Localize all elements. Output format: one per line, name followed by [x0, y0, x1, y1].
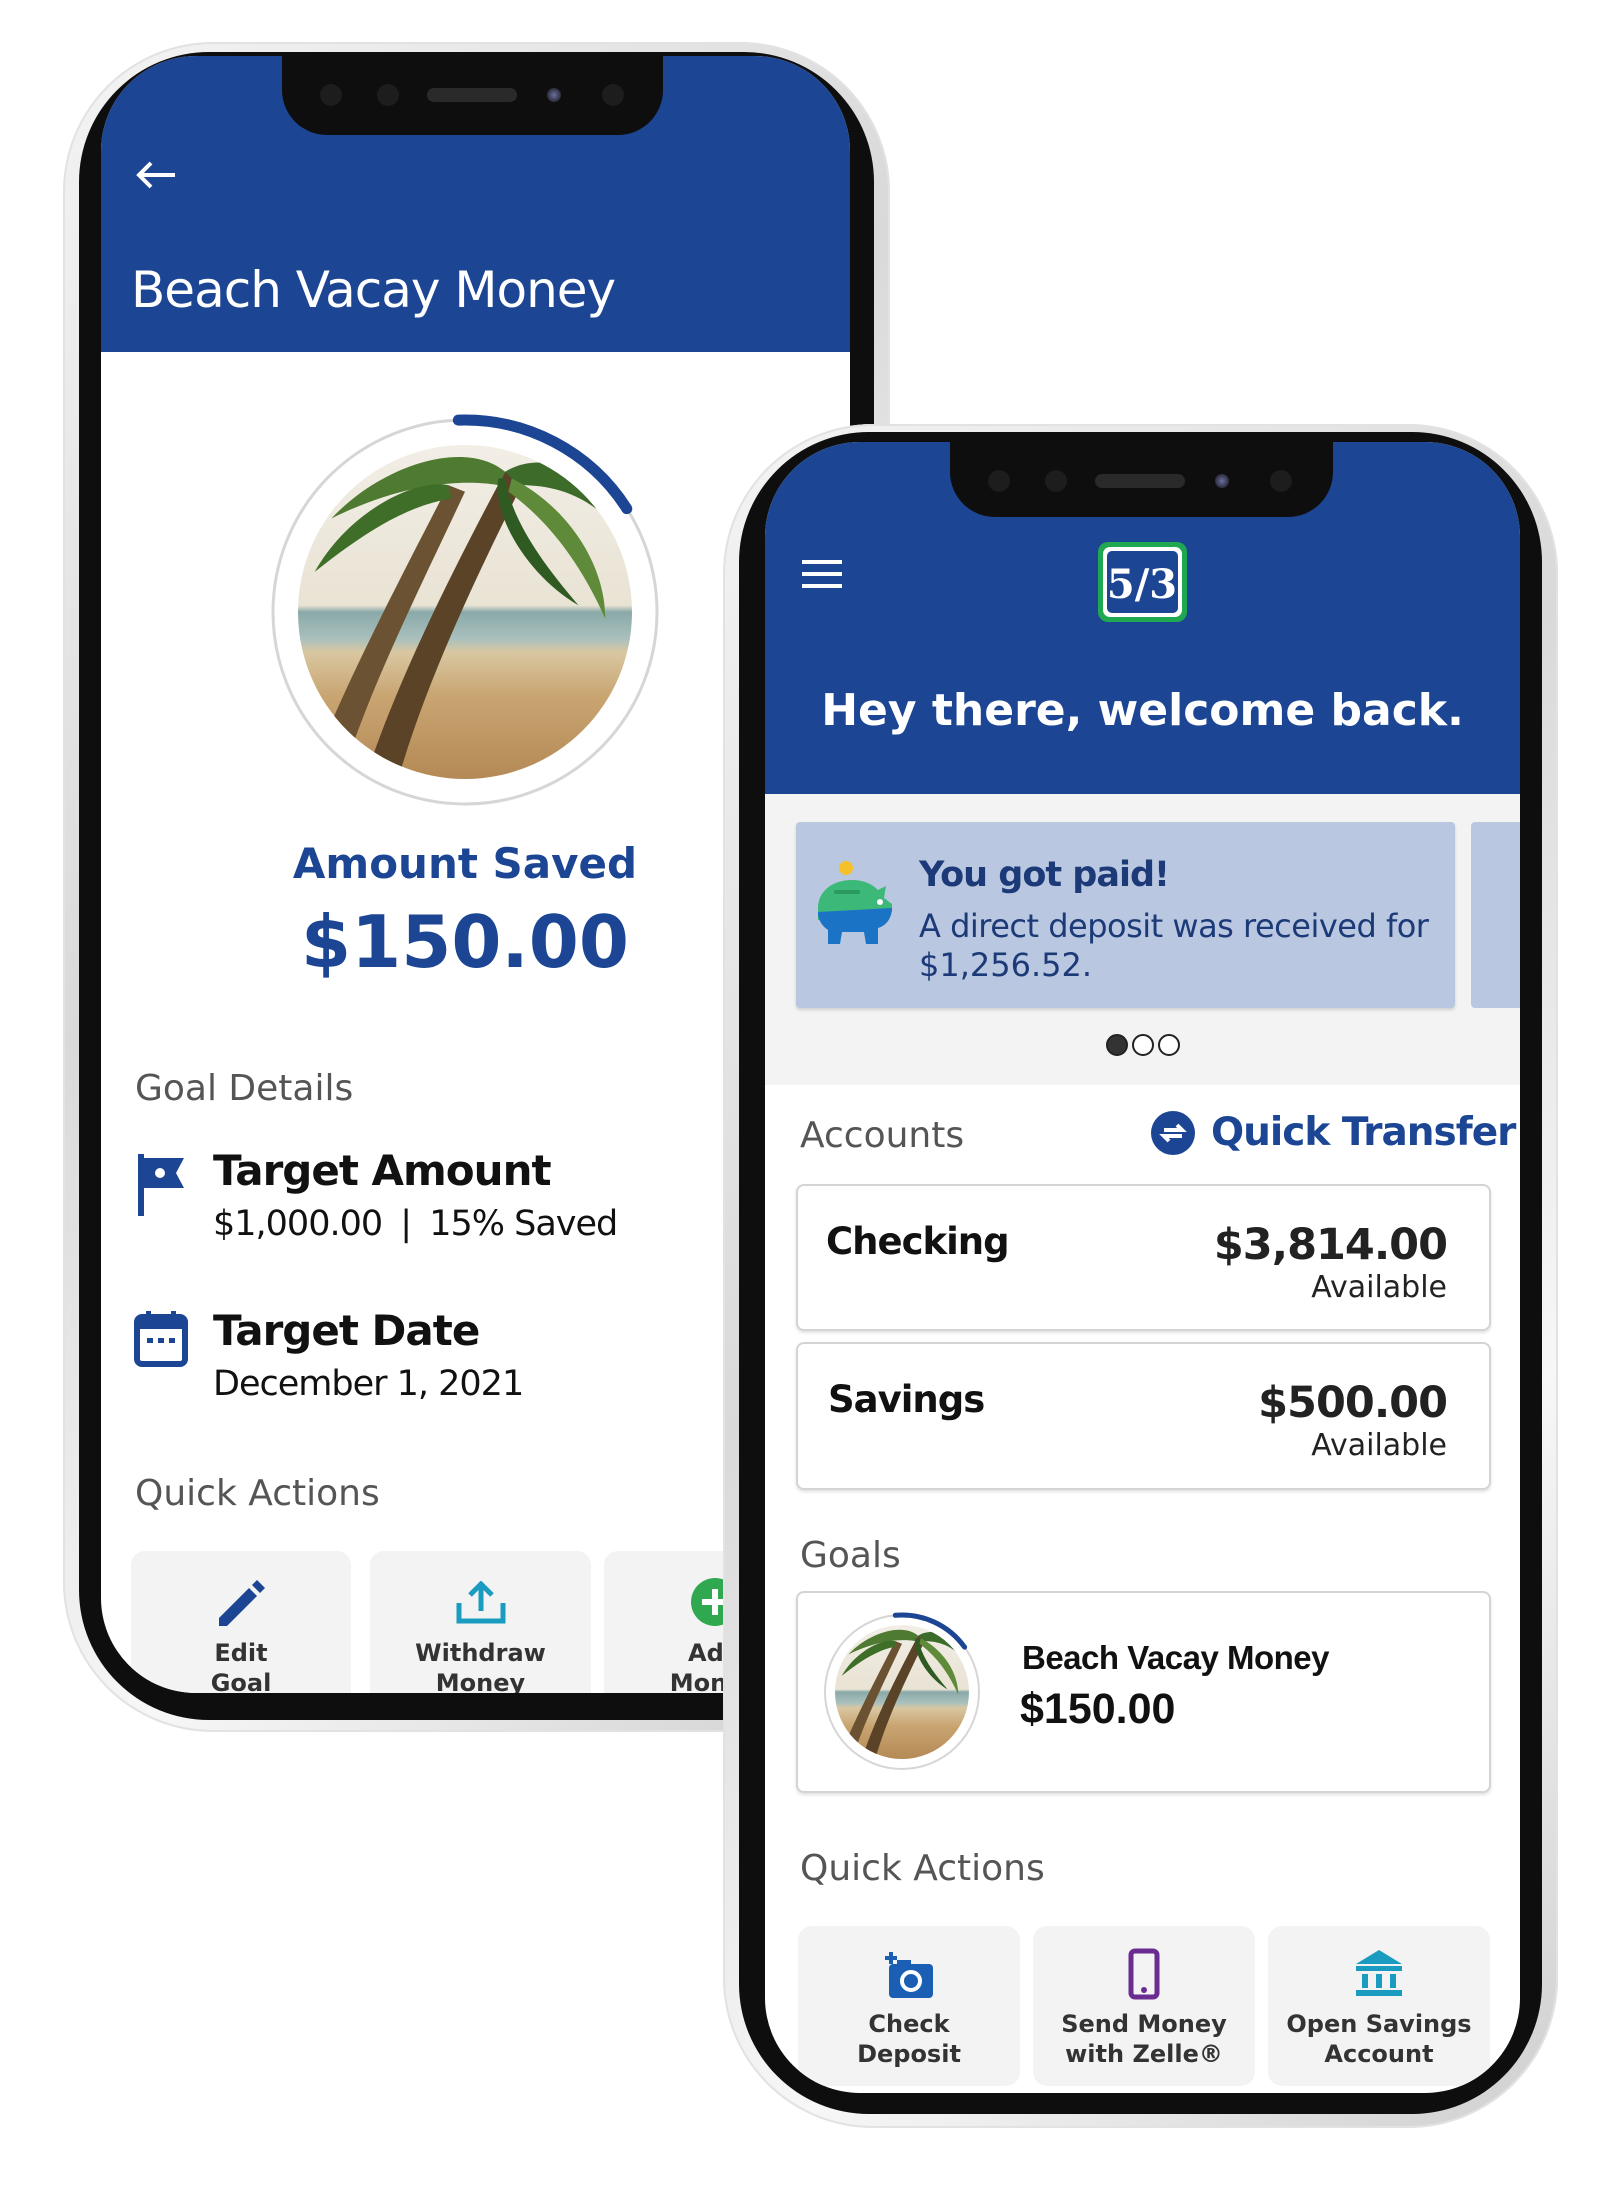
goal-details-heading: Goal Details [135, 1068, 354, 1109]
notification-card[interactable]: You got paid! A direct deposit was recei… [796, 822, 1455, 1008]
quick-transfer-label: Quick Transfer [1211, 1110, 1516, 1155]
goal-image [835, 1625, 969, 1759]
svg-text:5/3: 5/3 [1107, 561, 1177, 608]
target-date-title: Target Date [213, 1306, 480, 1355]
flag-icon [138, 1154, 184, 1216]
notification-line-1: A direct deposit was received for [919, 907, 1429, 945]
next-notification-card[interactable] [1471, 822, 1520, 1008]
quick-actions-heading: Quick Actions [135, 1473, 380, 1514]
pencil-icon [219, 1580, 265, 1626]
home-screen: 5/3 Hey there, welcome back. You got pai… [765, 442, 1520, 2093]
carousel-indicator[interactable] [765, 1034, 1520, 1060]
upload-icon [456, 1581, 505, 1624]
percent-saved: 15% Saved [429, 1204, 618, 1244]
target-amount: $1,000.00 [213, 1204, 383, 1244]
amount-saved-label: Amount Saved [292, 839, 638, 888]
account-balance: $500.00 [1258, 1378, 1448, 1428]
welcome-message: Hey there, welcome back. [821, 685, 1464, 736]
notification-line-2: $1,256.52. [919, 946, 1093, 984]
hamburger-menu-icon[interactable] [802, 559, 842, 589]
goals-heading: Goals [800, 1535, 901, 1576]
account-card-checking[interactable]: Checking $3,814.00 Available [796, 1184, 1491, 1331]
target-amount-title: Target Amount [213, 1146, 552, 1195]
account-status: Available [1311, 1270, 1447, 1305]
accounts-heading: Accounts [800, 1115, 965, 1156]
notch [282, 56, 663, 135]
edit-goal-button[interactable]: Edit Goal [131, 1551, 351, 1693]
carousel-dot[interactable] [1157, 1034, 1180, 1056]
account-name: Checking [826, 1220, 1010, 1263]
page-title: Beach Vacay Money [131, 261, 616, 319]
goal-amount: $150.00 [1020, 1685, 1176, 1733]
account-card-savings[interactable]: Savings $500.00 Available [796, 1342, 1491, 1490]
quick-actions-heading: Quick Actions [800, 1848, 1045, 1889]
notification-title: You got paid! [919, 855, 1170, 895]
camera-plus-icon [885, 1952, 933, 1998]
open-savings-account-button[interactable]: Open Savings Account [1268, 1926, 1490, 2086]
smartphone-icon [1128, 1948, 1160, 2000]
goal-image [298, 445, 632, 779]
target-date-value: December 1, 2021 [213, 1364, 524, 1404]
calendar-icon [134, 1311, 188, 1367]
carousel-dot[interactable] [1131, 1034, 1154, 1056]
goal-card[interactable]: Beach Vacay Money $150.00 [796, 1591, 1491, 1793]
fifth-third-logo[interactable]: 5/3 [1096, 540, 1189, 624]
separator: | [400, 1204, 412, 1244]
piggy-bank-icon [818, 861, 892, 944]
account-balance: $3,814.00 [1213, 1220, 1448, 1270]
carousel-dot[interactable] [1105, 1034, 1128, 1056]
send-money-zelle-button[interactable]: Send Money with Zelle® [1033, 1926, 1255, 2086]
account-status: Available [1311, 1428, 1447, 1463]
withdraw-money-button[interactable]: Withdraw Money [370, 1551, 591, 1693]
quick-transfer-link[interactable]: Quick Transfer [1151, 1110, 1516, 1155]
bank-icon [1356, 1950, 1402, 1996]
account-name: Savings [828, 1378, 985, 1421]
transfer-arrows-icon [1151, 1110, 1195, 1155]
notch [950, 442, 1333, 517]
target-amount-value: $1,000.00 | 15% Saved [213, 1204, 618, 1244]
arrow-left-icon[interactable] [135, 160, 177, 190]
check-deposit-button[interactable]: Check Deposit [798, 1926, 1020, 2086]
goal-name: Beach Vacay Money [1022, 1639, 1330, 1676]
amount-saved-value: $150.00 [301, 900, 629, 984]
